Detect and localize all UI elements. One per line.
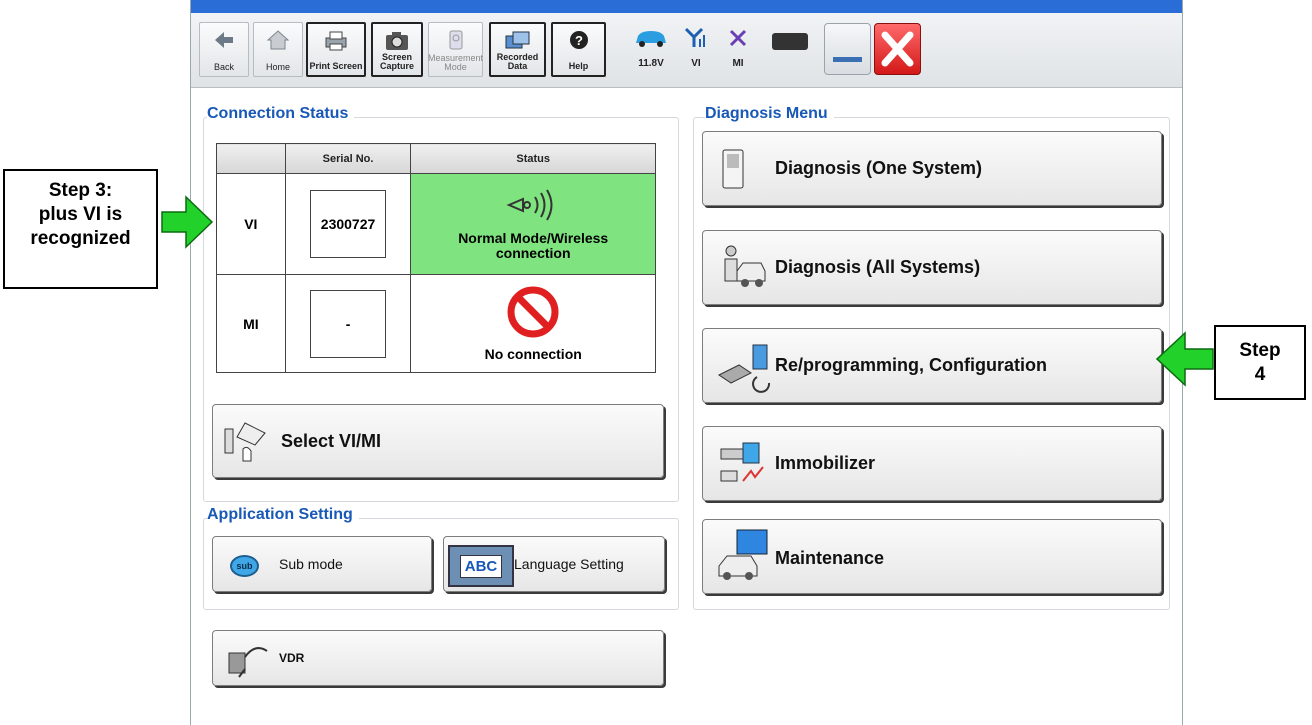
- immobilizer-button[interactable]: Immobilizer: [702, 426, 1162, 501]
- immobilizer-key-icon: [720, 442, 764, 482]
- connection-status-title: Connection Status: [207, 105, 355, 123]
- diagnosis-menu-title: Diagnosis Menu: [705, 105, 834, 123]
- sub-icon: sub: [230, 555, 259, 577]
- application-setting-title: Application Setting: [207, 506, 359, 524]
- no-connection-icon: [507, 286, 559, 338]
- status-header: Status: [410, 143, 656, 174]
- minimize-button[interactable]: [824, 23, 871, 75]
- step4-annotation: Step 4: [1214, 325, 1306, 400]
- abc-icon: ABC: [448, 545, 514, 587]
- vi-device-label: VI: [216, 173, 286, 275]
- table-header-row: Serial No. Status: [216, 143, 656, 174]
- minimize-icon: [833, 57, 862, 62]
- print-screen-button[interactable]: Print Screen: [306, 22, 366, 77]
- one-system-device-icon: [722, 149, 744, 189]
- svg-text:?: ?: [575, 33, 583, 48]
- table-row: VI 2300727 Normal Mode/Wireless connecti…: [216, 173, 656, 275]
- sub-mode-button[interactable]: sub Sub mode: [212, 536, 432, 592]
- car-icon: [636, 31, 666, 47]
- diagnosis-one-system-button[interactable]: Diagnosis (One System): [702, 131, 1162, 206]
- reprogramming-configuration-button[interactable]: Re/programming, Configuration: [702, 328, 1162, 403]
- maintenance-button[interactable]: Maintenance: [702, 519, 1162, 594]
- select-vi-mi-icon: [224, 422, 266, 462]
- vi-serial-value: 2300727: [310, 190, 387, 258]
- reprogramming-icon: [718, 344, 771, 393]
- home-icon: [266, 30, 290, 50]
- step3-annotation: Step 3: plus VI is recognized: [3, 169, 158, 289]
- help-button[interactable]: ? Help: [551, 22, 606, 77]
- language-setting-button[interactable]: ABC Language Setting: [443, 536, 665, 592]
- screen-capture-button[interactable]: Screen Capture: [371, 22, 423, 77]
- title-bar: [191, 0, 1182, 13]
- wireless-signal-icon: [506, 188, 553, 221]
- consult-app-window: Back Home Print Screen Screen Capture Me…: [190, 0, 1183, 725]
- mi-device-label: MI: [216, 274, 286, 373]
- maintenance-monitor-icon: [718, 529, 768, 580]
- measurement-mode-button[interactable]: Measurement Mode: [428, 22, 483, 77]
- disconnected-x-icon: [729, 29, 747, 47]
- mi-status-cell: No connection: [410, 274, 656, 373]
- vi-status-indicator: VI: [683, 27, 709, 69]
- step4-arrow-icon: [1155, 331, 1214, 387]
- home-button[interactable]: Home: [253, 22, 303, 77]
- close-button[interactable]: [874, 23, 921, 75]
- mi-status-indicator: MI: [725, 27, 751, 69]
- close-icon: [881, 31, 914, 67]
- battery-voltage-indicator: 11.8V: [631, 27, 671, 69]
- back-button[interactable]: Back: [199, 22, 249, 77]
- vi-status-cell: Normal Mode/Wireless connection: [410, 173, 656, 275]
- table-row: MI - No connection: [216, 274, 656, 373]
- back-arrow-icon: [215, 32, 233, 48]
- all-systems-car-icon: [724, 245, 766, 287]
- mi-status-text: No connection: [484, 346, 582, 362]
- vdr-icon: [228, 647, 268, 678]
- recorded-data-icon: [505, 31, 529, 49]
- meter-icon: [449, 30, 462, 50]
- vi-status-text: Normal Mode/Wireless connection: [458, 229, 609, 261]
- printer-icon: [325, 31, 347, 51]
- toolbar: Back Home Print Screen Screen Capture Me…: [191, 13, 1182, 88]
- diagnosis-all-systems-button[interactable]: Diagnosis (All Systems): [702, 230, 1162, 305]
- mi-serial-value: -: [310, 289, 387, 358]
- connection-status-table: Serial No. Status VI 2300727 Normal Mode…: [216, 143, 656, 373]
- camera-icon: [386, 32, 408, 50]
- signal-icon: [684, 27, 705, 47]
- vdr-button[interactable]: VDR: [212, 630, 664, 686]
- help-icon: ?: [569, 31, 588, 49]
- battery-icon: [772, 33, 808, 50]
- select-vi-mi-button[interactable]: Select VI/MI: [212, 404, 664, 478]
- recorded-data-button[interactable]: Recorded Data: [489, 22, 546, 77]
- step3-arrow-icon: [161, 195, 214, 249]
- serial-no-header: Serial No.: [284, 143, 412, 174]
